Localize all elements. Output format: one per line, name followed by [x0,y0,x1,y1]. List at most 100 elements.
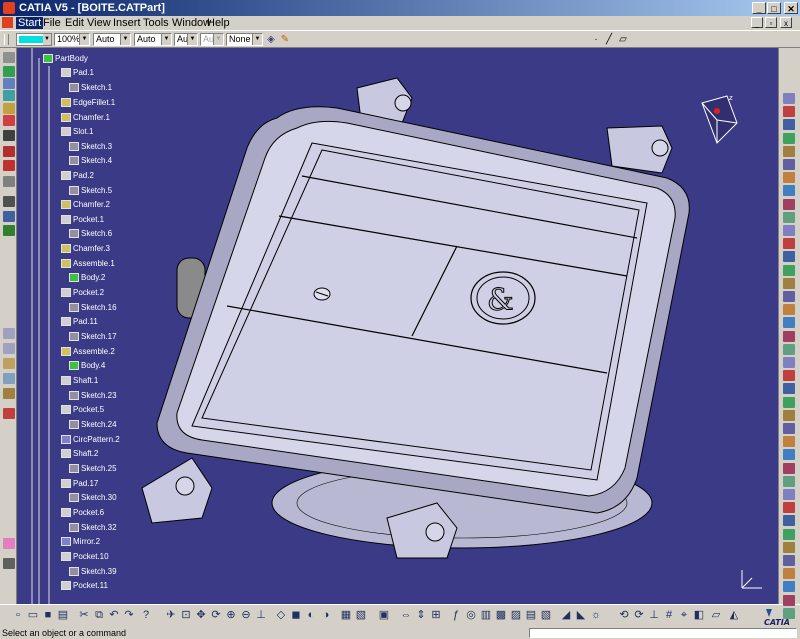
measure-tool-icon[interactable] [3,328,15,339]
fillet-tool-icon[interactable] [3,130,15,141]
draft-tool-icon[interactable] [3,160,15,171]
fill-icon[interactable] [783,185,795,197]
scale-icon[interactable] [783,357,795,368]
menu-insert[interactable]: Insert [113,17,141,29]
point-icon[interactable]: · [590,34,602,46]
revolve-icon[interactable] [783,145,795,157]
measure-inertia-icon[interactable]: ⊞ [430,609,442,622]
line-icon[interactable]: ╱ [603,34,615,46]
law-icon[interactable]: ◎ [465,609,477,622]
thickness-tool-icon[interactable] [3,211,15,222]
rib-tool-icon[interactable] [3,115,15,126]
tree-node[interactable]: Sketch.6 [69,228,112,240]
swap-space-icon[interactable]: ◑ [320,609,332,622]
measure-item-icon[interactable]: ⇕ [415,609,427,622]
linetype-select[interactable]: Auto ▼ [93,33,131,46]
pan-icon[interactable]: ✥ [195,609,207,622]
plane-icon[interactable] [783,93,795,104]
blend-icon[interactable] [783,198,795,210]
tree-node[interactable]: Pad.1 [61,67,94,79]
tree-node[interactable]: Body.2 [69,272,105,284]
doc-minimize-button[interactable]: _ [751,17,763,28]
affinity-icon[interactable] [783,370,795,382]
doc-restore-button[interactable]: ▫ [765,17,777,28]
layer-select[interactable]: None ▼ [226,33,263,46]
translate-icon[interactable] [783,317,795,329]
pocket-tool-icon[interactable] [3,78,15,89]
tree-node[interactable]: Sketch.39 [69,566,117,578]
loft-icon[interactable] [783,172,795,184]
sketcher-icon[interactable] [3,52,15,63]
fit-all-icon[interactable]: ⊡ [180,609,192,622]
menu-tools[interactable]: Tools [143,17,169,29]
offset-icon[interactable] [783,211,795,223]
intersection-icon[interactable] [783,449,795,461]
extrude-icon[interactable] [783,132,795,144]
shading-icon[interactable]: ◼ [290,609,302,622]
hide-show-icon[interactable]: ◐ [305,609,317,622]
whats-this-icon[interactable]: ? [140,609,152,622]
tree-node[interactable]: Chamfer.1 [61,112,110,124]
point-symbol-select[interactable]: Aut ▼ [174,33,198,46]
invert-icon[interactable] [783,409,795,421]
tree-node[interactable]: Pad.17 [61,478,98,490]
grid-icon[interactable]: # [663,609,675,622]
menu-start[interactable]: Start [16,17,44,29]
catia-app-icon[interactable] [3,2,15,14]
menu-help[interactable]: Help [207,17,230,29]
transparency-select[interactable]: 100% ▼ [54,33,90,46]
tree-node[interactable]: Assemble.1 [61,258,115,270]
snap-icon[interactable]: ⌖ [678,609,690,622]
snapshot-tool-icon[interactable] [3,558,15,569]
update-all-icon[interactable]: ⟳ [633,609,645,622]
close-button[interactable]: ✕ [784,2,798,14]
mass-icon[interactable]: ▧ [355,609,367,622]
corner-icon[interactable] [783,475,795,487]
shaft-tool-icon[interactable] [3,90,15,101]
constraint-tool-icon[interactable] [3,373,15,384]
boolean-tool-icon[interactable] [3,225,15,236]
spiral-icon[interactable] [783,528,795,540]
new-file-icon[interactable]: ▫ [12,609,24,622]
tree-node[interactable]: CircPattern.2 [61,434,120,446]
tree-node[interactable]: Chamfer.2 [61,199,110,211]
tree-node[interactable]: Sketch.17 [69,331,117,343]
symmetry-icon[interactable] [783,343,795,355]
zoom-out-icon[interactable]: ⊖ [240,609,252,622]
helix-icon[interactable] [783,515,795,527]
command-input[interactable] [529,628,797,638]
sweep-icon[interactable] [783,159,795,170]
lights-icon[interactable]: ☼ [590,609,602,622]
fillet-icon[interactable] [783,304,795,316]
iso-view-icon[interactable]: ◇ [275,609,287,622]
tree-node[interactable]: Sketch.1 [69,82,112,94]
tree-node[interactable]: Sketch.30 [69,492,117,504]
polyline-icon[interactable] [783,541,795,553]
reactions-icon[interactable]: ▨ [510,609,522,622]
tree-node[interactable]: Assemble.2 [61,346,115,358]
tree-node[interactable]: Pocket.11 [61,580,108,592]
erase-icon[interactable]: ▱ [710,609,722,622]
circle-icon[interactable] [783,555,795,566]
tree-node[interactable]: Shaft.2 [61,448,98,460]
document-icon[interactable] [2,17,13,28]
painter-icon[interactable]: ✎ [279,34,291,46]
update-icon[interactable]: ⟲ [618,609,630,622]
split-tool-icon[interactable] [3,196,15,207]
trim-icon[interactable] [783,251,795,263]
tree-node[interactable]: Mirror.2 [61,536,100,548]
tree-node[interactable]: Pocket.6 [61,507,104,519]
tree-node[interactable]: Slot.1 [61,126,93,138]
formula-icon[interactable]: ƒ [450,609,462,622]
axis-system-icon[interactable]: ⊥ [648,609,660,622]
tree-node[interactable]: Shaft.1 [61,375,98,387]
check-icon[interactable]: ▤ [525,609,537,622]
rule-icon[interactable]: ▧ [540,609,552,622]
copy-icon[interactable]: ⧉ [93,609,105,622]
minimize-button[interactable]: _ [752,2,766,14]
tree-node[interactable]: Sketch.16 [69,302,117,314]
tree-node[interactable]: Pad.11 [61,316,98,328]
tree-node[interactable]: Pad.2 [61,170,94,182]
fly-mode-icon[interactable]: ✈ [165,609,177,622]
rotate-icon[interactable] [783,330,795,342]
